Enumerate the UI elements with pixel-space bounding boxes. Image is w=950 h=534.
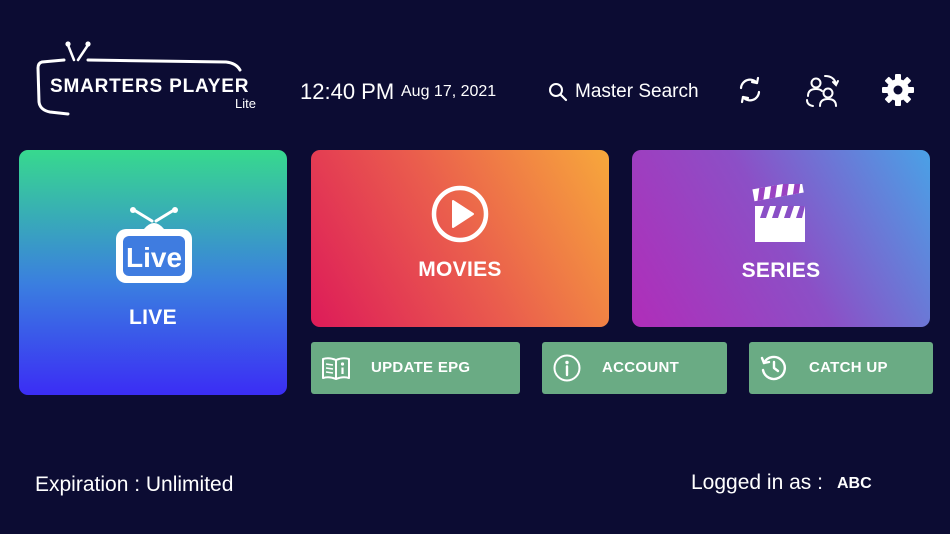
settings-button[interactable] [880, 72, 916, 108]
info-icon [552, 353, 582, 383]
series-tile[interactable]: SERIES [632, 150, 930, 327]
expiration-status: Expiration : Unlimited [35, 473, 234, 496]
clock-date: Aug 17, 2021 [401, 83, 497, 100]
app-logo: SMARTERS PLAYER Lite [36, 40, 276, 120]
logged-in-label: Logged in as : [691, 471, 823, 494]
update-epg-button[interactable]: UPDATE EPG [311, 342, 520, 394]
account-label: ACCOUNT [602, 359, 680, 376]
gear-icon [882, 74, 914, 106]
series-label: SERIES [741, 259, 821, 282]
catch-up-label: CATCH UP [809, 359, 888, 376]
clock-time: 12:40 PM [300, 79, 395, 104]
username: ABC [837, 475, 872, 492]
movies-tile[interactable]: MOVIES [311, 150, 609, 327]
search-icon [549, 83, 568, 102]
update-epg-label: UPDATE EPG [371, 359, 471, 376]
switch-user-button[interactable] [804, 72, 840, 108]
live-label: LIVE [129, 306, 177, 329]
logo-title: SMARTERS PLAYER [50, 76, 250, 97]
movies-label: MOVIES [418, 258, 502, 281]
book-info-icon [321, 353, 351, 383]
switch-user-icon [806, 75, 839, 107]
catch-up-button[interactable]: CATCH UP [749, 342, 933, 394]
live-tv-icon: Live [116, 207, 192, 283]
account-button[interactable]: ACCOUNT [542, 342, 727, 394]
master-search-label: Master Search [575, 81, 699, 102]
play-icon [431, 185, 489, 243]
refresh-icon [739, 76, 761, 104]
history-icon [759, 353, 789, 383]
master-search-button[interactable]: Master Search [548, 79, 699, 105]
live-tile[interactable]: Live LIVE [19, 150, 287, 395]
clapperboard-icon [752, 184, 805, 242]
live-badge-text: Live [126, 242, 182, 273]
refresh-button[interactable] [732, 72, 768, 108]
logo-subtitle: Lite [235, 96, 256, 111]
